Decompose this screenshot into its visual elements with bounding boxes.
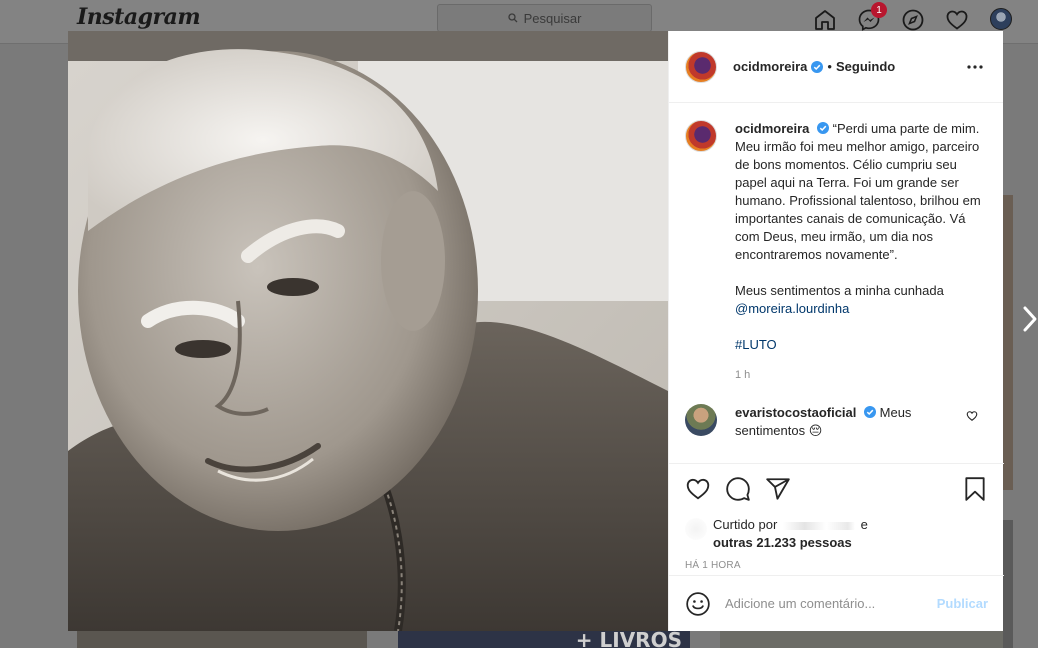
post-modal: ocidmoreira • Seguindo ocidmoreira “Perd… bbox=[68, 31, 1004, 631]
search-placeholder: Pesquisar bbox=[523, 10, 582, 26]
background-post-thumbnail: + LIVROS bbox=[398, 628, 690, 648]
profile-avatar[interactable] bbox=[990, 8, 1012, 30]
caption-paragraph: #LUTO bbox=[735, 336, 985, 354]
liker-avatar bbox=[685, 518, 707, 540]
post-header: ocidmoreira • Seguindo bbox=[669, 31, 1003, 103]
add-comment-bar: Publicar bbox=[669, 575, 1004, 631]
post-sidebar: ocidmoreira • Seguindo ocidmoreira “Perd… bbox=[668, 31, 1004, 631]
separator-dot: • bbox=[827, 59, 832, 74]
liker-name-redacted bbox=[782, 521, 855, 530]
action-icons bbox=[685, 476, 988, 502]
messages-badge: 1 bbox=[871, 2, 887, 18]
background-post-thumbnail bbox=[77, 631, 367, 648]
post-actions: Curtido por e outras 21.233 pessoas HÁ 1… bbox=[669, 463, 1004, 571]
post-photo[interactable] bbox=[68, 31, 668, 631]
caption-username[interactable]: ocidmoreira bbox=[735, 121, 809, 136]
commenter-avatar[interactable] bbox=[685, 404, 717, 436]
comment-icon[interactable] bbox=[725, 476, 751, 502]
caption: ocidmoreira “Perdi uma parte de mim. Meu… bbox=[685, 120, 988, 384]
portrait-image bbox=[68, 31, 668, 631]
messenger-icon[interactable]: 1 bbox=[855, 2, 887, 34]
likes-conj: e bbox=[860, 517, 868, 532]
thumbnail-text: + LIVROS bbox=[575, 628, 682, 648]
home-icon[interactable] bbox=[811, 6, 839, 34]
search-icon bbox=[507, 13, 518, 23]
caption-time: 1 h bbox=[735, 369, 751, 381]
explore-icon[interactable] bbox=[899, 6, 927, 34]
like-icon[interactable] bbox=[685, 476, 711, 502]
emoji-icon[interactable] bbox=[685, 591, 711, 617]
caption-avatar[interactable] bbox=[685, 120, 717, 152]
background-post-thumbnail bbox=[1003, 520, 1013, 648]
author-avatar[interactable] bbox=[685, 50, 717, 83]
liked-by-label: Curtido por bbox=[713, 517, 778, 532]
comment-input[interactable] bbox=[725, 596, 937, 611]
bookmark-icon[interactable] bbox=[962, 476, 988, 502]
comments-section[interactable]: ocidmoreira “Perdi uma parte de mim. Meu… bbox=[669, 104, 1004, 463]
chevron-right-icon[interactable] bbox=[1022, 305, 1038, 333]
background-post-thumbnail bbox=[720, 631, 1010, 648]
search-box[interactable]: Pesquisar bbox=[437, 4, 652, 32]
instagram-logo[interactable]: Instagram bbox=[77, 4, 201, 30]
verified-icon bbox=[817, 122, 830, 134]
more-icon[interactable] bbox=[963, 55, 987, 79]
share-icon[interactable] bbox=[765, 476, 791, 502]
post-timestamp: HÁ 1 HORA bbox=[685, 560, 741, 571]
heart-icon[interactable] bbox=[943, 6, 971, 34]
mention-link[interactable]: @moreira.lourdinha bbox=[735, 301, 849, 316]
caption-paragraph: Meus sentimentos a minha cunhada @moreir… bbox=[735, 282, 985, 318]
likes-count[interactable]: outras 21.233 pessoas bbox=[713, 535, 852, 550]
publish-button[interactable]: Publicar bbox=[937, 596, 988, 611]
comment-body: evaristocostaoficial Meus sentimentos 😔 bbox=[735, 404, 955, 440]
like-comment-icon[interactable] bbox=[966, 410, 978, 422]
verified-icon bbox=[811, 60, 824, 73]
caption-body: ocidmoreira “Perdi uma parte de mim. Meu… bbox=[735, 120, 985, 384]
verified-icon bbox=[864, 406, 877, 418]
commenter-username[interactable]: evaristocostaoficial bbox=[735, 405, 856, 420]
comment-item: evaristocostaoficial Meus sentimentos 😔 bbox=[685, 404, 988, 440]
caption-text: “Perdi uma parte de mim. Meu irmão foi m… bbox=[735, 121, 981, 262]
following-button[interactable]: Seguindo bbox=[836, 59, 895, 74]
caption-condolences: Meus sentimentos a minha cunhada bbox=[735, 283, 944, 298]
hashtag-link[interactable]: #LUTO bbox=[735, 337, 777, 352]
background-post-thumbnail bbox=[1003, 195, 1013, 490]
likes-summary[interactable]: Curtido por e outras 21.233 pessoas bbox=[685, 516, 988, 552]
author-username[interactable]: ocidmoreira bbox=[733, 59, 807, 74]
